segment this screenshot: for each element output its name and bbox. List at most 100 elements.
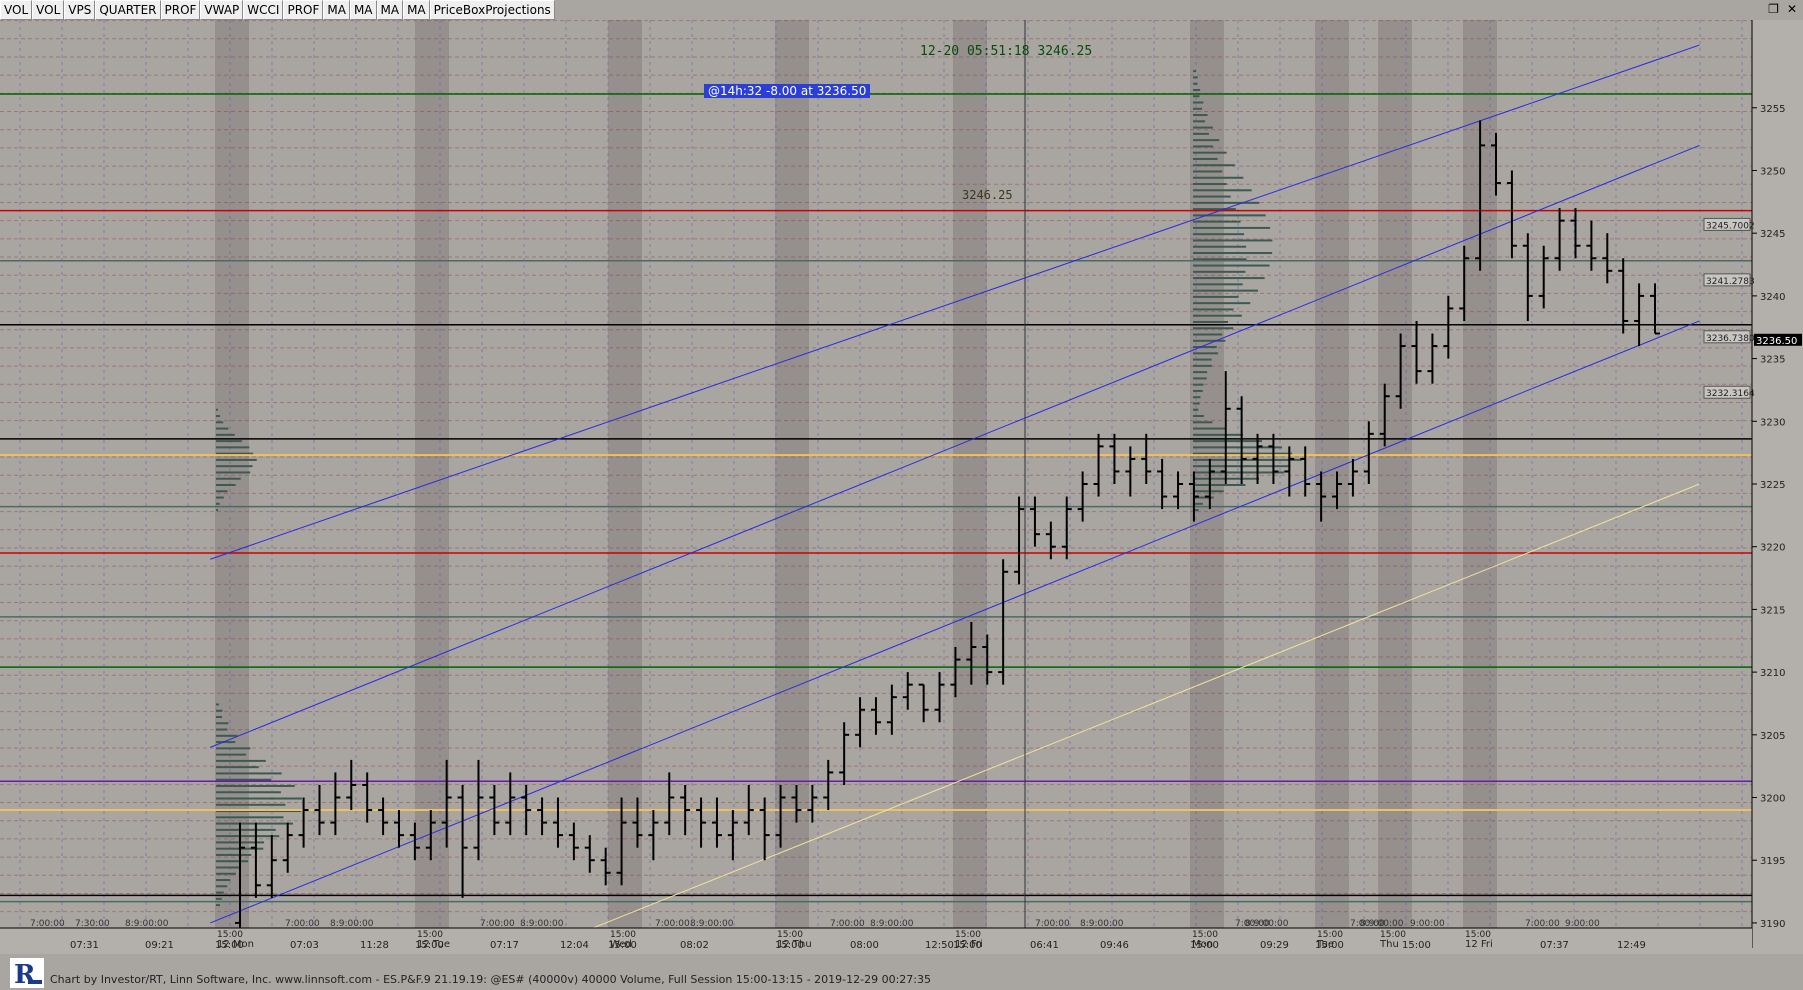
y-tick-label: 3225 xyxy=(1760,480,1785,491)
volume-profile-bar xyxy=(216,427,229,430)
investor-rt-logo: R xyxy=(10,958,44,988)
toolbar-button-ma-11[interactable]: MA xyxy=(403,0,430,20)
session-sublabel: 7:00:00 xyxy=(285,919,320,929)
restore-icon[interactable]: ❐ xyxy=(1768,2,1779,16)
volume-profile-bar xyxy=(216,828,276,831)
close-icon[interactable]: ✕ xyxy=(1787,2,1797,16)
session-sublabel: 8:9:00:00 xyxy=(520,919,564,929)
cursor-time: 12-20 05:51:18 xyxy=(920,44,1030,59)
volume-profile-bar xyxy=(216,747,251,750)
y-tick-label: 3200 xyxy=(1760,794,1785,805)
y-tick-label: 3190 xyxy=(1760,919,1785,930)
x-tick-label: 11:28 xyxy=(360,940,389,951)
volume-profile-bar xyxy=(1193,88,1201,91)
volume-profile-bar xyxy=(216,759,266,762)
volume-profile-bar xyxy=(1193,383,1204,386)
volume-profile-bar xyxy=(1193,183,1227,186)
volume-profile-bar xyxy=(1193,352,1219,355)
volume-profile-bar xyxy=(1193,126,1213,129)
volume-profile-bar xyxy=(1193,415,1204,418)
volume-profile-bar xyxy=(1193,252,1273,254)
volume-profile-bar xyxy=(216,433,235,436)
volume-profile-bar xyxy=(1193,220,1241,223)
volume-profile-bar xyxy=(216,728,228,731)
volume-profile-bar xyxy=(216,791,281,794)
volume-profile-bar xyxy=(1193,427,1227,430)
window-controls: ❐ ✕ xyxy=(1768,2,1797,16)
x-tick-label: 07:03 xyxy=(290,940,319,951)
toolbar-button-vps-2[interactable]: VPS xyxy=(64,0,96,20)
toolbar-button-prof-7[interactable]: PROF xyxy=(283,0,324,20)
session-day-label: 12 Thu xyxy=(777,939,812,950)
volume-profile-bar xyxy=(1193,195,1231,198)
volume-profile-bar xyxy=(1193,114,1208,117)
session-sublabel: 7:00:00 xyxy=(30,919,65,929)
volume-profile-bar xyxy=(216,784,295,787)
volume-profile-bar xyxy=(216,465,253,468)
toolbar-button-wcci-6[interactable]: WCCI xyxy=(243,0,284,20)
volume-profile-bar xyxy=(1193,371,1208,374)
x-tick-label: 12:49 xyxy=(1617,940,1646,951)
y-tick-label: 3195 xyxy=(1760,856,1785,867)
volume-profile-bar xyxy=(1193,176,1244,179)
volume-profile-bar xyxy=(216,835,280,838)
volume-profile-bar xyxy=(216,891,224,894)
volume-profile-bar xyxy=(1193,484,1246,486)
toolbar-button-prof-4[interactable]: PROF xyxy=(160,0,201,20)
volume-profile-bar xyxy=(216,778,272,781)
session-sublabel: 7:00:00 xyxy=(830,919,865,929)
volume-profile-bar xyxy=(216,490,228,493)
session-band-1 xyxy=(415,20,449,928)
x-tick-label: 12:50 xyxy=(925,940,954,951)
session-sublabel: 8:9:00:00 xyxy=(870,919,914,929)
volume-profile-bar xyxy=(1193,421,1213,424)
volume-profile-bar xyxy=(216,866,240,869)
volume-profile-bar xyxy=(1193,245,1247,248)
volume-profile-bar xyxy=(1193,226,1271,229)
x-tick-label: 07:31 xyxy=(70,940,99,951)
session-sublabel: 7:00:00 xyxy=(480,919,515,929)
session-day-label: 12 Fri xyxy=(955,939,983,950)
y-tick-label: 3240 xyxy=(1760,292,1785,303)
session-sublabel: 7:30:00 xyxy=(75,919,110,929)
toolbar-button-priceboxprojections-12[interactable]: PriceBoxProjections xyxy=(429,0,555,20)
volume-profile-bar xyxy=(216,734,238,737)
session-sublabel: 8:9:00:00 xyxy=(1360,919,1404,929)
volume-profile-bar xyxy=(1193,95,1200,98)
volume-profile-bar xyxy=(216,753,247,756)
toolbar-button-vol-0[interactable]: VOL xyxy=(0,0,33,20)
toolbar-button-ma-10[interactable]: MA xyxy=(376,0,404,20)
toolbar-button-quarter-3[interactable]: QUARTER xyxy=(95,0,161,20)
y-tick-label: 3230 xyxy=(1760,417,1785,428)
volume-profile-bar xyxy=(1193,258,1247,261)
session-sublabel: 7:00:00 xyxy=(1525,919,1560,929)
toolbar-button-ma-8[interactable]: MA xyxy=(323,0,350,20)
session-day-label: 12 Fri xyxy=(1465,939,1493,950)
volume-profile-bar xyxy=(1193,402,1200,405)
volume-profile-bar xyxy=(216,879,231,882)
volume-profile-bar xyxy=(1193,358,1212,361)
volume-profile-bar xyxy=(1193,339,1226,342)
volume-profile-bar xyxy=(216,904,220,907)
toolbar-button-vwap-5[interactable]: VWAP xyxy=(200,0,244,20)
price-label: 3232.3164 xyxy=(1706,389,1755,399)
volume-profile-bar xyxy=(216,484,236,486)
session-sublabel: 8:9:00:00 xyxy=(330,919,374,929)
volume-profile-bar xyxy=(216,408,218,411)
volume-profile-bar xyxy=(1193,277,1265,280)
cursor-price: 3246.25 xyxy=(1037,44,1093,59)
price-chart[interactable]: 3190 3195 3200 3205 3210 3215 3220 3225 3230 3235… xyxy=(0,20,1803,954)
volume-profile-bar xyxy=(1193,270,1246,273)
volume-profile-bar xyxy=(216,446,250,449)
volume-profile-bar xyxy=(1193,164,1235,167)
volume-profile-bar xyxy=(1193,440,1263,443)
x-tick-label: 07:37 xyxy=(1540,940,1569,951)
volume-profile-bar xyxy=(216,797,302,800)
volume-profile-bar xyxy=(216,415,221,418)
toolbar-button-ma-9[interactable]: MA xyxy=(349,0,377,20)
session-band-5 xyxy=(1190,20,1224,928)
y-tick-label: 3215 xyxy=(1760,605,1785,616)
y-tick-label: 3205 xyxy=(1760,731,1785,742)
session-sublabel: 8:9:00:00 xyxy=(125,919,169,929)
toolbar-button-vol-1[interactable]: VOL xyxy=(32,0,65,20)
